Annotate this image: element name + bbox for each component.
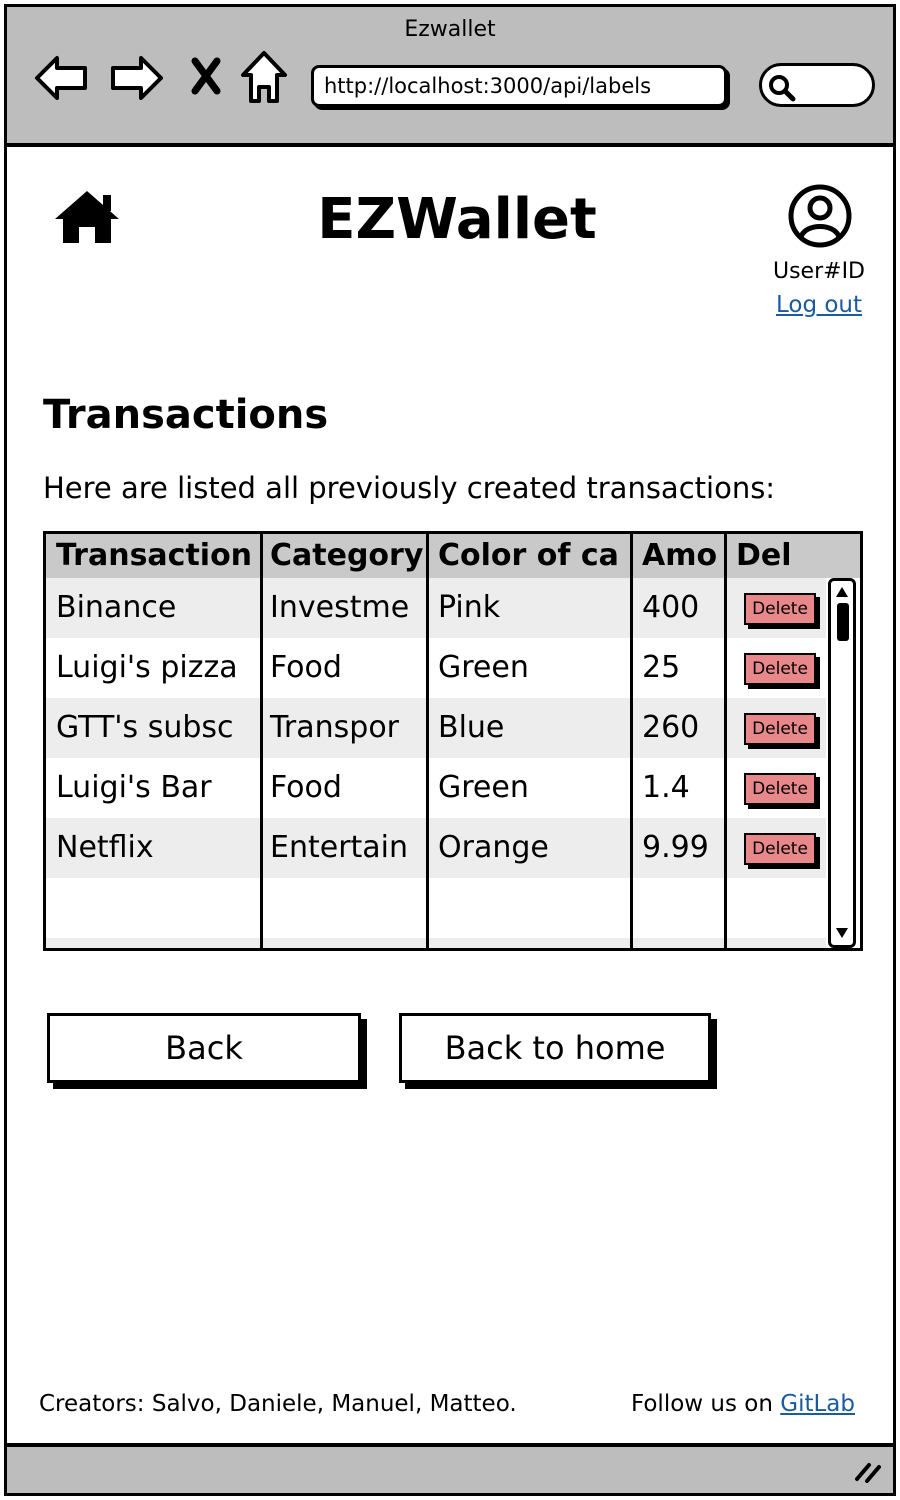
delete-button[interactable]: Delete (744, 713, 816, 745)
delete-button[interactable]: Delete (744, 833, 816, 865)
column-header-amount: Amo (642, 538, 718, 573)
scroll-thumb[interactable] (837, 603, 849, 641)
browser-window: Ezwallet http://localhost:3000/api/label… (4, 4, 896, 1496)
cell-color: Pink (438, 590, 501, 625)
back-arrow-icon[interactable] (33, 53, 91, 103)
table-row: Luigi's pizza Food Green 25 Delete (46, 638, 826, 698)
column-header-transaction: Transaction (56, 538, 253, 573)
user-avatar-icon[interactable] (787, 183, 853, 253)
column-divider (426, 534, 429, 948)
table-row: Netflix Entertain Orange 9.99 Delete (46, 818, 826, 878)
delete-button[interactable]: Delete (744, 653, 816, 685)
stop-icon[interactable] (189, 57, 223, 95)
url-input[interactable]: http://localhost:3000/api/labels (311, 65, 727, 107)
cell-category: Food (270, 650, 342, 685)
table-row-empty (46, 878, 826, 938)
scroll-up-icon[interactable] (835, 583, 849, 602)
page-title: Transactions (43, 392, 329, 438)
table-header: Transaction Category Color of ca Amo Del (46, 534, 860, 578)
home-nav-icon[interactable] (239, 49, 289, 105)
gitlab-link[interactable]: GitLab (780, 1391, 855, 1417)
browser-toolbar: Ezwallet http://localhost:3000/api/label… (7, 7, 893, 147)
delete-button[interactable]: Delete (744, 593, 816, 625)
cell-color: Green (438, 770, 529, 805)
browser-statusbar (7, 1443, 893, 1493)
column-divider (724, 534, 727, 948)
table-row: GTT's subsc Transpor Blue 260 Delete (46, 698, 826, 758)
cell-amount: 9.99 (642, 830, 709, 865)
user-id-label: User#ID (772, 259, 865, 284)
cell-transaction: Luigi's pizza (56, 650, 238, 685)
cell-category: Investme (270, 590, 410, 625)
footer-follow: Follow us on GitLab (631, 1391, 855, 1417)
cell-color: Orange (438, 830, 549, 865)
app-title: EZWallet (317, 187, 597, 252)
cell-color: Green (438, 650, 529, 685)
cell-transaction: GTT's subsc (56, 710, 234, 745)
delete-button[interactable]: Delete (744, 773, 816, 805)
column-header-delete: Del (736, 538, 792, 573)
page-description: Here are listed all previously created t… (43, 471, 776, 505)
table-row: Binance Investme Pink 400 Delete (46, 578, 826, 638)
cell-category: Transpor (270, 710, 400, 745)
browser-search-input[interactable] (759, 63, 875, 107)
search-icon (768, 74, 796, 106)
cell-transaction: Binance (56, 590, 177, 625)
cell-transaction: Luigi's Bar (56, 770, 212, 805)
cell-color: Blue (438, 710, 505, 745)
footer-follow-text: Follow us on (630, 1391, 781, 1417)
forward-arrow-icon[interactable] (107, 53, 165, 103)
column-divider (260, 534, 263, 948)
column-divider (630, 534, 633, 948)
cell-amount: 1.4 (642, 770, 690, 805)
cell-category: Entertain (270, 830, 409, 865)
cell-amount: 400 (642, 590, 700, 625)
back-button[interactable]: Back (47, 1013, 361, 1083)
logout-link[interactable]: Log out (749, 292, 889, 318)
window-title: Ezwallet (404, 17, 496, 42)
table-row-empty (46, 938, 826, 948)
column-header-category: Category (270, 538, 424, 573)
transactions-table: Transaction Category Color of ca Amo Del… (43, 531, 863, 951)
scroll-down-icon[interactable] (835, 924, 849, 943)
cell-transaction: Netflix (56, 830, 154, 865)
resize-grip-icon[interactable] (853, 1459, 883, 1487)
cell-amount: 260 (642, 710, 700, 745)
column-header-color: Color of ca (438, 538, 619, 573)
cell-amount: 25 (642, 650, 681, 685)
cell-category: Food (270, 770, 342, 805)
table-scrollbar[interactable] (828, 578, 856, 948)
back-to-home-button[interactable]: Back to home (399, 1013, 711, 1083)
table-row: Luigi's Bar Food Green 1.4 Delete (46, 758, 826, 818)
footer-creators: Creators: Salvo, Daniele, Manuel, Matteo… (39, 1391, 517, 1417)
